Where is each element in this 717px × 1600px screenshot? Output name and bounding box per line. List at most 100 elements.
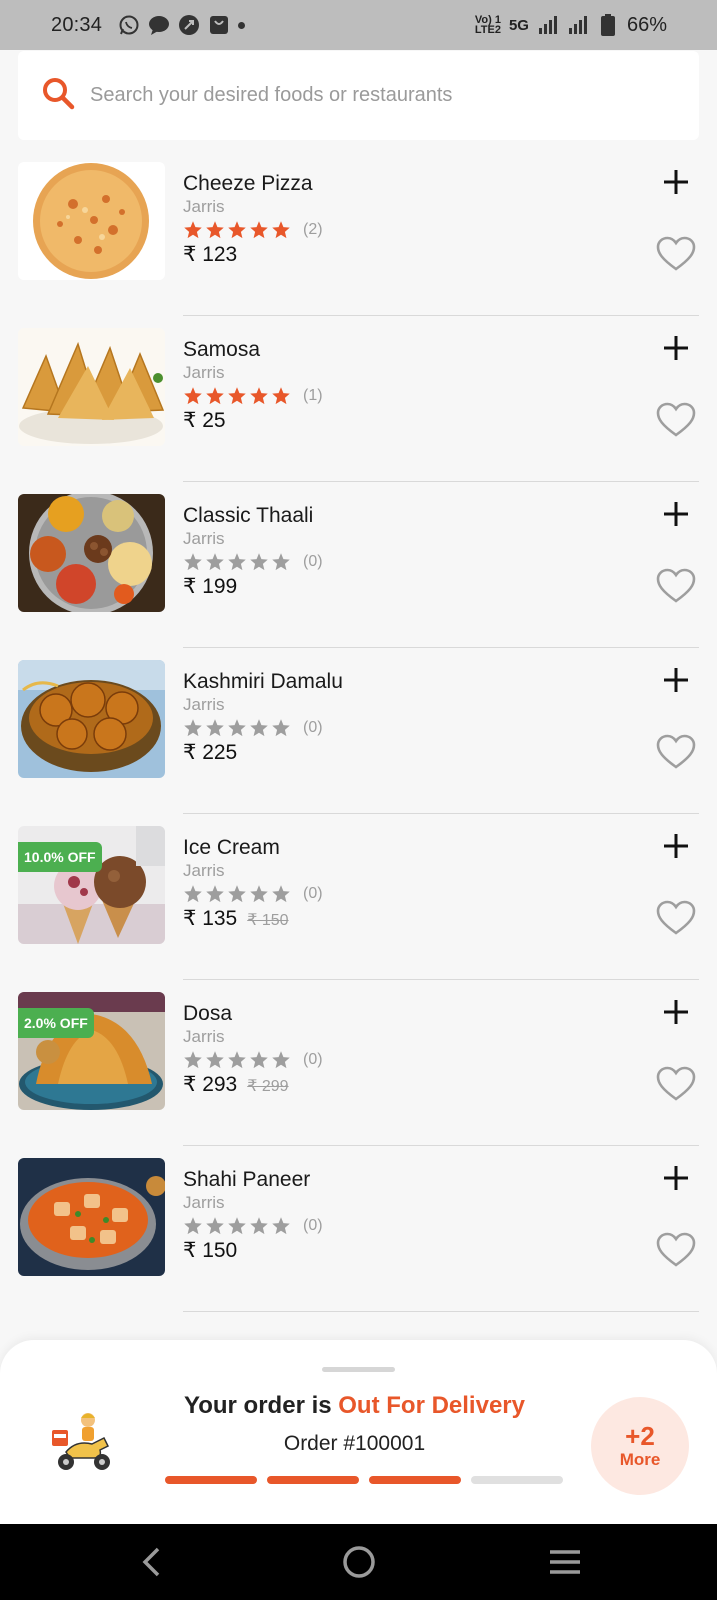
add-to-cart-button[interactable] <box>660 996 692 1028</box>
favorite-button[interactable] <box>655 566 697 606</box>
star-icon <box>272 1051 290 1069</box>
food-rating: (0) <box>183 1050 323 1070</box>
paneer-image[interactable] <box>18 1158 165 1276</box>
sheet-drag-handle[interactable] <box>322 1367 395 1372</box>
menu-icon <box>550 1550 580 1574</box>
food-restaurant: Jarris <box>183 1193 225 1212</box>
rating-count: (0) <box>303 1051 323 1068</box>
add-to-cart-button[interactable] <box>660 166 692 198</box>
order-status-sheet[interactable]: Your order is Out For Delivery Order #10… <box>0 1340 717 1524</box>
add-to-cart-button[interactable] <box>660 1162 692 1194</box>
old-price: ₹ 150 <box>247 912 289 929</box>
add-to-cart-button[interactable] <box>660 332 692 364</box>
heart-icon <box>656 1232 696 1267</box>
star-icon <box>228 1217 246 1235</box>
star-icon <box>206 553 224 571</box>
order-progress <box>165 1476 563 1484</box>
whatsapp-icon <box>118 14 140 36</box>
network-type: 5G <box>508 16 529 34</box>
plus-icon <box>664 1000 688 1024</box>
food-item[interactable]: Shahi Paneer Jarris (0) ₹ 150 <box>0 1146 717 1312</box>
star-icon <box>228 719 246 737</box>
food-restaurant: Jarris <box>183 197 225 216</box>
star-icon <box>228 553 246 571</box>
back-button[interactable] <box>130 1542 174 1582</box>
star-icon <box>228 387 246 405</box>
plus-icon <box>664 336 688 360</box>
plus-icon <box>664 502 688 526</box>
add-to-cart-button[interactable] <box>660 830 692 862</box>
food-item[interactable]: Kashmiri Damalu Jarris (0) ₹ 225 <box>0 648 717 814</box>
price: ₹ 150 <box>183 1239 238 1262</box>
star-icon <box>206 1051 224 1069</box>
home-button[interactable] <box>337 1542 381 1582</box>
heart-icon <box>656 236 696 271</box>
star-icon <box>272 553 290 571</box>
favorite-button[interactable] <box>655 400 697 440</box>
star-rating <box>183 1216 293 1236</box>
food-item[interactable]: Cheeze Pizza Jarris (2) ₹ 123 <box>0 150 717 316</box>
favorite-button[interactable] <box>655 898 697 938</box>
shopping-bag-icon <box>208 14 230 36</box>
star-icon <box>184 1051 202 1069</box>
samosa-image[interactable] <box>18 328 165 446</box>
price: ₹ 25 <box>183 409 226 432</box>
star-icon <box>272 221 290 239</box>
thaali-image[interactable] <box>18 494 165 612</box>
food-restaurant: Jarris <box>183 363 225 382</box>
food-price: ₹ 293 ₹ 299 <box>183 1072 289 1097</box>
add-to-cart-button[interactable] <box>660 498 692 530</box>
food-item[interactable]: Samosa Jarris (1) ₹ 25 <box>0 316 717 482</box>
star-rating <box>183 386 293 406</box>
chat-icon <box>178 14 200 36</box>
rating-count: (0) <box>303 553 323 570</box>
dot-icon <box>238 21 246 29</box>
food-item[interactable]: Classic Thaali Jarris (0) ₹ 199 <box>0 482 717 648</box>
message-icon <box>148 14 170 36</box>
food-item[interactable]: 10.0% OFF Ice Cream Jarris (0) ₹ 135 ₹ 1… <box>0 814 717 980</box>
progress-segment <box>471 1476 563 1484</box>
search-bar[interactable] <box>18 51 699 140</box>
food-name: Dosa <box>183 1002 233 1025</box>
star-icon <box>228 1051 246 1069</box>
food-name: Shahi Paneer <box>183 1168 311 1191</box>
favorite-button[interactable] <box>655 1230 697 1270</box>
order-status-highlight: Out For Delivery <box>338 1392 525 1419</box>
battery-icon <box>597 14 619 36</box>
pizza-image[interactable] <box>18 162 165 280</box>
star-icon <box>184 1217 202 1235</box>
food-price: ₹ 135 ₹ 150 <box>183 906 289 931</box>
food-rating: (1) <box>183 386 323 406</box>
status-left: 20:34 <box>51 14 246 37</box>
rating-count: (1) <box>303 387 323 404</box>
favorite-button[interactable] <box>655 1064 697 1104</box>
plus-icon <box>664 834 688 858</box>
more-label: More <box>619 1450 661 1469</box>
menu-button[interactable] <box>543 1542 587 1582</box>
battery-percent: 66% <box>626 13 667 36</box>
search-icon[interactable] <box>40 75 90 116</box>
food-rating: (0) <box>183 718 323 738</box>
star-rating <box>183 884 293 904</box>
search-input[interactable] <box>90 84 650 107</box>
star-icon <box>206 1217 224 1235</box>
favorite-button[interactable] <box>655 732 697 772</box>
star-icon <box>272 719 290 737</box>
back-icon <box>142 1547 160 1577</box>
damalu-image[interactable] <box>18 660 165 778</box>
star-icon <box>184 221 202 239</box>
food-item[interactable]: 2.0% OFF Dosa Jarris (0) ₹ 293 ₹ 299 <box>0 980 717 1146</box>
signal-icon <box>567 14 589 36</box>
star-icon <box>184 719 202 737</box>
price: ₹ 123 <box>183 243 238 266</box>
add-to-cart-button[interactable] <box>660 664 692 696</box>
star-rating <box>183 552 293 572</box>
star-icon <box>228 221 246 239</box>
home-icon <box>343 1546 375 1578</box>
more-orders-button[interactable]: +2 More <box>591 1397 689 1495</box>
star-icon <box>206 885 224 903</box>
favorite-button[interactable] <box>655 234 697 274</box>
star-icon <box>206 221 224 239</box>
food-name: Cheeze Pizza <box>183 172 313 195</box>
price: ₹ 225 <box>183 741 238 764</box>
